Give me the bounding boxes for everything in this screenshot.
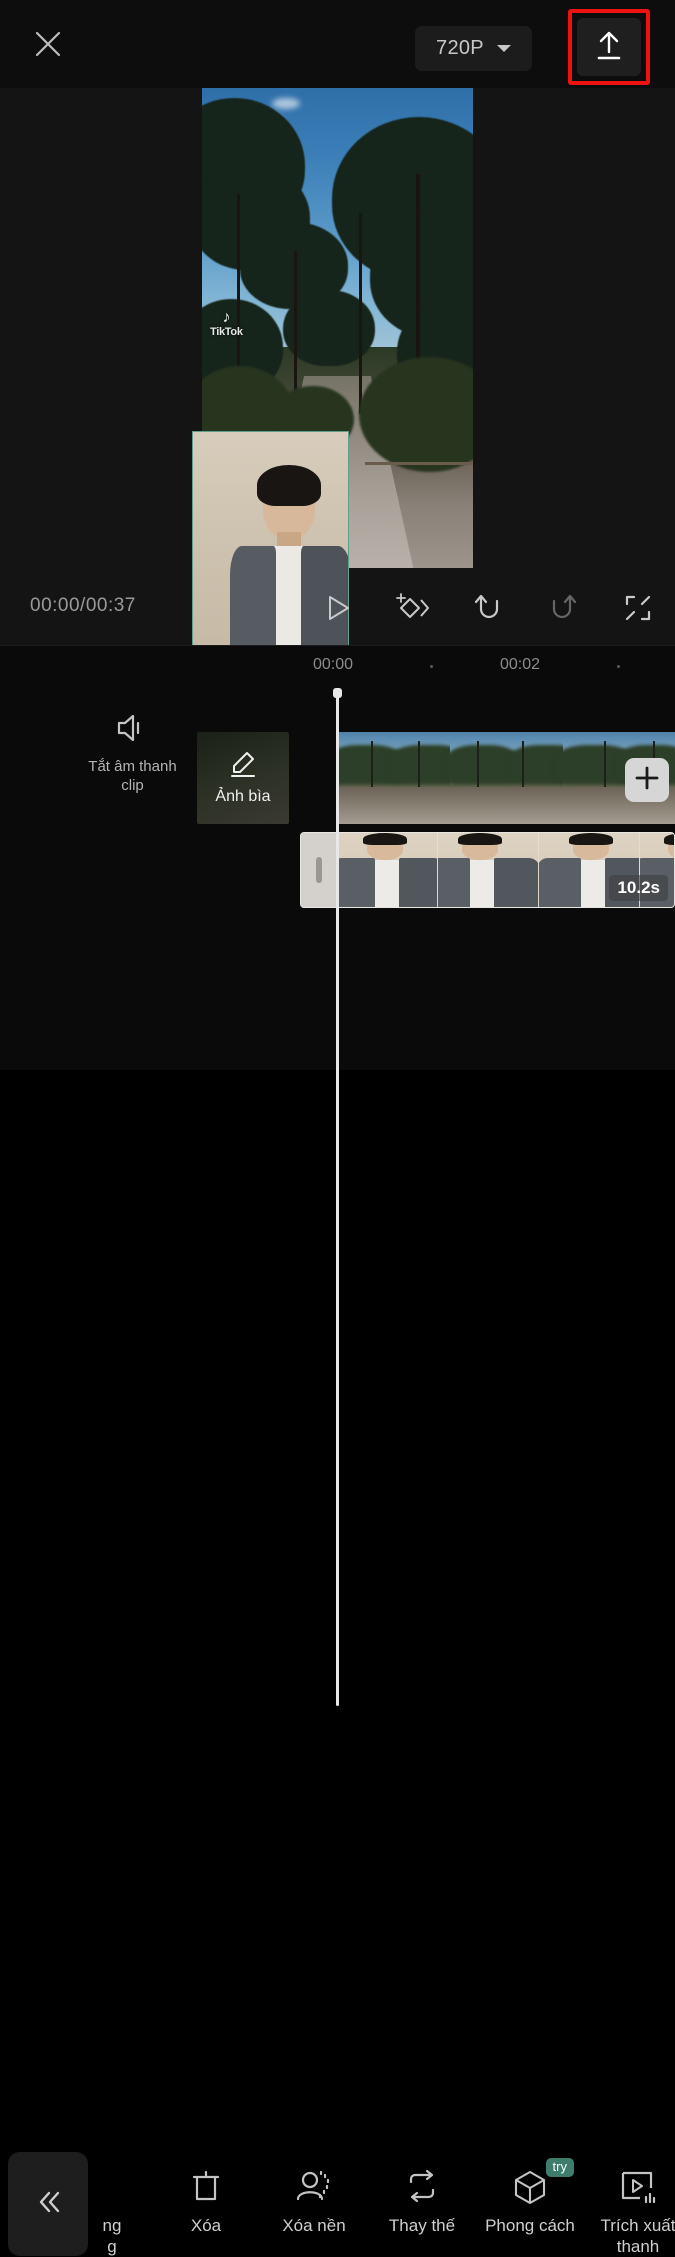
toolbar-item-style[interactable]: try Phong cách	[478, 2158, 582, 2237]
toolbar-item-extract-audio[interactable]: Trích xuất thanh	[586, 2160, 675, 2257]
overlay-frame	[337, 833, 438, 907]
fullscreen-icon	[623, 593, 653, 628]
remove-background-icon	[262, 2160, 366, 2214]
toolbar-label: Xóa	[190, 2216, 222, 2235]
keyframe-button[interactable]	[390, 587, 436, 633]
play-icon	[323, 593, 353, 628]
export-button[interactable]	[577, 18, 641, 76]
try-badge: try	[545, 2158, 574, 2178]
ruler-label: 00:02	[500, 656, 541, 673]
pencil-edit-icon	[228, 750, 258, 785]
toolbar-item-remove-background[interactable]: Xóa nền	[262, 2160, 366, 2237]
redo-icon	[547, 593, 579, 628]
ruler-label: 00:00	[313, 656, 354, 673]
cover-thumbnail-button[interactable]: Ảnh bìa	[197, 732, 289, 824]
close-button[interactable]	[26, 22, 70, 66]
timeline-ruler[interactable]: 00:00 00:02	[0, 646, 675, 686]
volume-mute-icon	[114, 714, 152, 749]
filmstrip-frame	[445, 732, 586, 824]
extract-audio-icon	[586, 2160, 675, 2214]
preview-area: ♪ TikTok	[0, 88, 675, 658]
close-x-icon	[32, 28, 64, 60]
trim-handle-left[interactable]	[301, 833, 337, 907]
toolbar-label: Thay thế	[388, 2216, 456, 2235]
fullscreen-button[interactable]	[615, 587, 661, 633]
cover-label: Ảnh bìa	[215, 788, 271, 805]
redo-button[interactable]	[540, 587, 586, 633]
resolution-label: 720P	[436, 37, 484, 59]
toolbar-item-replace[interactable]: Thay thế	[370, 2160, 474, 2237]
toolbar-back-button[interactable]	[8, 2152, 88, 2256]
person-hair	[257, 465, 321, 506]
toolbar-item-delete[interactable]: Xóa	[154, 2160, 258, 2237]
overlay-frame	[438, 833, 539, 907]
cloud-shape	[272, 97, 301, 109]
playhead-handle[interactable]	[333, 688, 342, 698]
ruler-tick	[430, 665, 433, 668]
add-keyframe-icon	[395, 591, 431, 630]
undo-button[interactable]	[465, 587, 511, 633]
toolbar-label-line2: thanh	[616, 2236, 660, 2256]
resolution-selector[interactable]: 720P	[415, 26, 532, 71]
mute-clip-button[interactable]: Tắt âm thanh clip	[85, 711, 180, 796]
add-clip-button[interactable]	[625, 758, 669, 802]
trash-icon	[154, 2160, 258, 2214]
filmstrip-frame	[337, 732, 471, 824]
toolbar-label: Xóa nền	[282, 2216, 346, 2235]
replace-loop-icon	[370, 2160, 474, 2214]
play-button[interactable]	[315, 587, 361, 633]
toolbar-label: Trích xuất	[600, 2216, 675, 2235]
playhead[interactable]	[336, 691, 339, 1706]
upload-export-icon	[592, 28, 626, 67]
overlay-clip-track[interactable]: 10.2s	[300, 832, 675, 908]
timeline-panel[interactable]: 00:00 00:02 Tắt âm thanh clip Ảnh bìa 10…	[0, 645, 675, 1706]
top-bar: 720P	[0, 0, 675, 88]
chevron-down-icon	[496, 45, 511, 52]
watermark-label: TikTok	[210, 326, 243, 338]
clip-duration-badge: 10.2s	[609, 875, 668, 901]
plus-icon	[634, 765, 660, 796]
player-controls: 00:00/00:37	[0, 573, 675, 645]
mute-clip-label: Tắt âm thanh clip	[88, 758, 177, 794]
double-chevron-left-icon	[30, 2184, 66, 2225]
style-cube-icon: try	[478, 2158, 582, 2214]
export-button-highlight	[568, 9, 650, 85]
timecode-display: 00:00/00:37	[30, 595, 136, 616]
tiktok-watermark: ♪ TikTok	[210, 310, 243, 338]
railing	[364, 462, 473, 466]
ruler-tick	[617, 665, 620, 668]
grip-bar	[316, 857, 322, 883]
tree-trunk	[359, 212, 363, 415]
undo-icon	[472, 593, 504, 628]
toolbar-label: Phong cách	[485, 2216, 575, 2235]
music-note-icon: ♪	[222, 309, 231, 326]
